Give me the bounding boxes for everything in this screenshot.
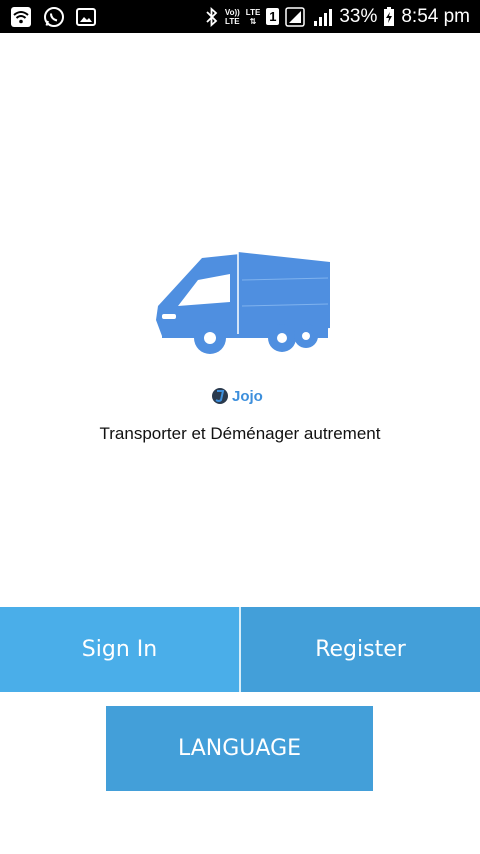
notification-icons <box>10 5 107 29</box>
language-button[interactable]: LANGUAGE <box>106 706 373 791</box>
clock: 8:54 pm <box>401 5 470 27</box>
app-logo: Jojo <box>211 385 273 407</box>
volte-label: Vo)) <box>224 7 240 17</box>
volte-lte-label: LTE <box>225 16 240 26</box>
image-icon <box>76 7 96 27</box>
bluetooth-icon <box>205 6 219 27</box>
sim-slot-badge: 1 <box>266 8 280 25</box>
volte-indicator: Vo)) LTE <box>225 8 240 26</box>
register-button[interactable]: Register <box>241 607 480 692</box>
signal-icon <box>285 6 307 27</box>
lte-indicator: LTE ⇅ <box>246 8 261 26</box>
truck-icon <box>156 252 330 354</box>
sign-in-button[interactable]: Sign In <box>0 607 239 692</box>
data-arrows-icon: ⇅ <box>249 16 257 26</box>
whatsapp-icon <box>43 6 65 28</box>
lte-label: LTE <box>245 7 261 17</box>
signal-strength-icon <box>313 7 333 27</box>
logo-text: Jojo <box>232 387 263 405</box>
battery-icon <box>383 6 395 27</box>
system-indicators: Vo)) LTE LTE ⇅ 1 33% 8:54 pm <box>199 0 470 33</box>
tagline: Transporter et Déménager autrement <box>99 424 381 443</box>
battery-percent: 33% <box>339 5 378 27</box>
truck-illustration <box>150 250 334 356</box>
status-bar: Vo)) LTE LTE ⇅ 1 33% 8:54 pm <box>0 0 480 33</box>
jojo-logo-icon <box>212 388 228 404</box>
wifi-icon <box>10 6 32 28</box>
